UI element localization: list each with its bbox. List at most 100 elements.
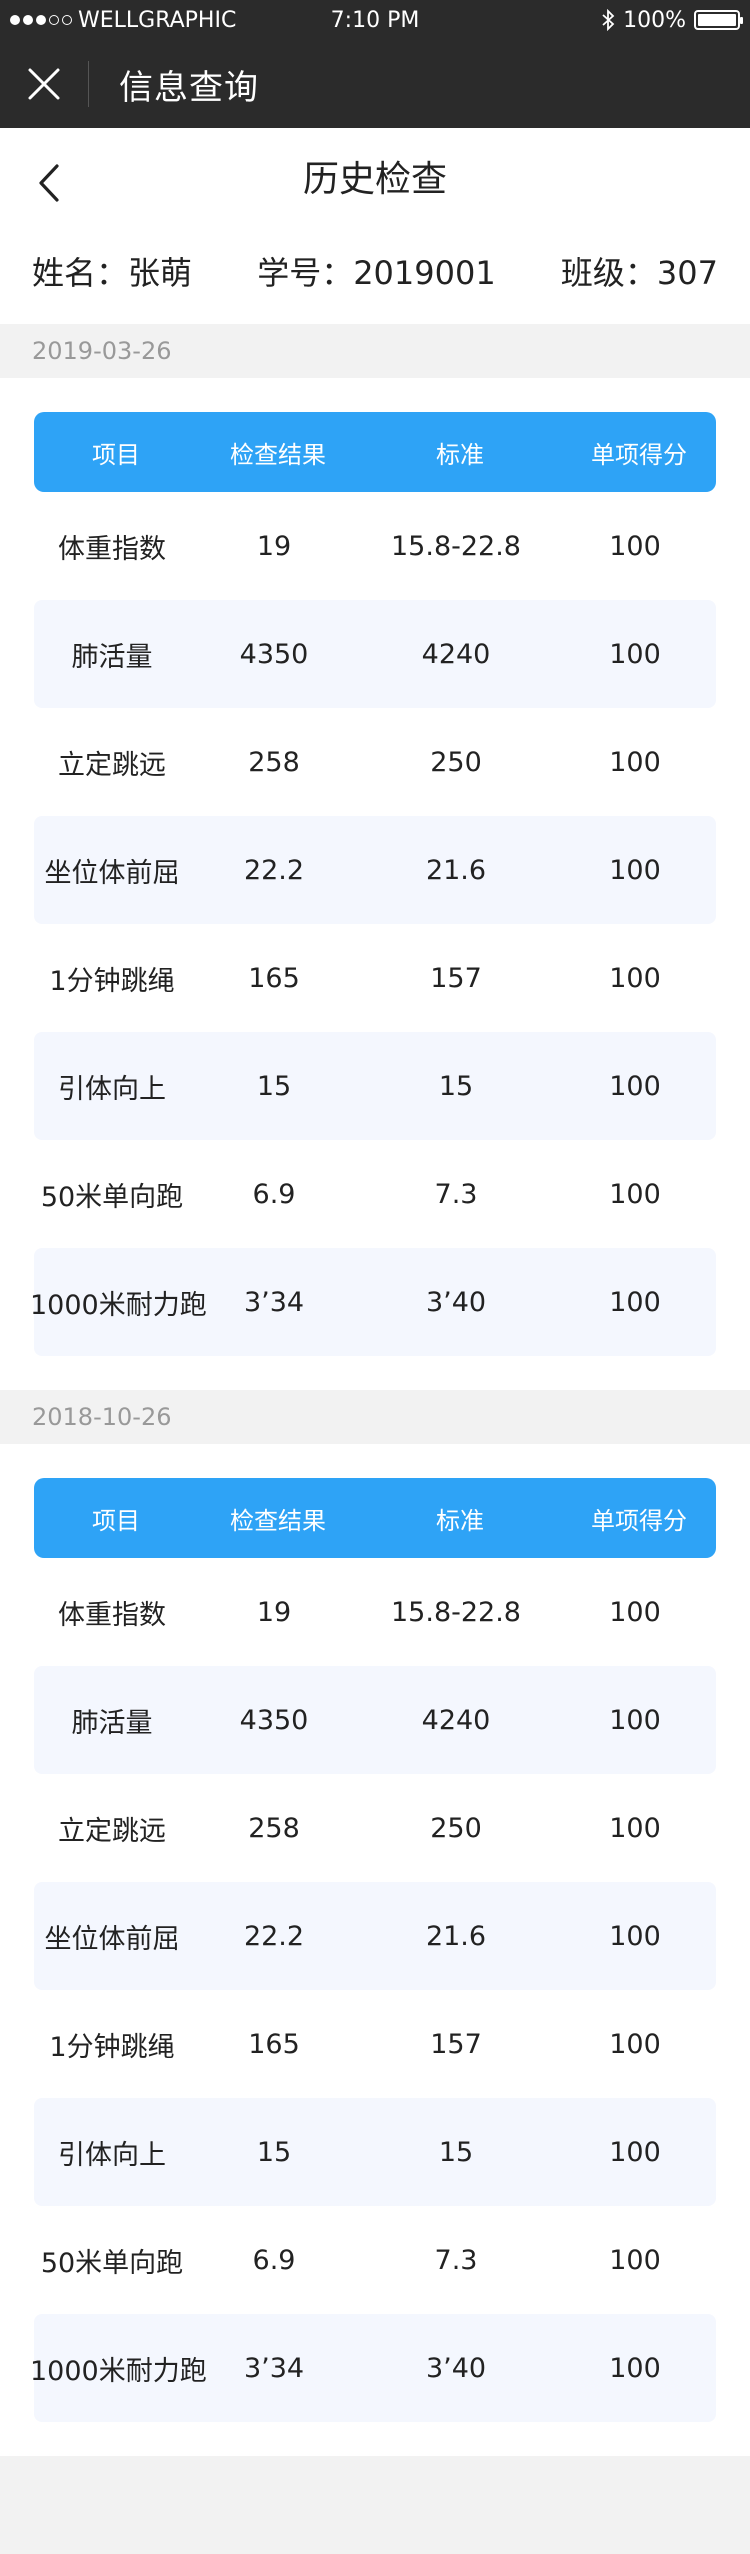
score-value: 100 [609, 1286, 661, 1318]
column-header: 标准 [436, 440, 484, 469]
table-row: 引体向上 15 15 100 [34, 1032, 716, 1140]
nav-title: 信息查询 [119, 67, 259, 108]
standard-value: 15 [438, 2136, 474, 2168]
item-name: 50米单向跑 [40, 2247, 184, 2279]
table-row: 肺活量 4350 4240 100 [34, 600, 716, 708]
score-value: 100 [609, 1812, 661, 1844]
column-header: 项目 [92, 440, 140, 469]
column-header: 检查结果 [230, 440, 326, 469]
record-date: 2018-10-26 [0, 1390, 750, 1444]
result-value: 22.2 [243, 854, 305, 886]
column-header: 检查结果 [230, 1506, 326, 1535]
item-name: 体重指数 [58, 533, 166, 565]
nav-divider [88, 61, 89, 107]
result-value: 165 [248, 2028, 300, 2060]
table-header: 项目 检查结果 标准 单项得分 [34, 412, 716, 492]
item-name: 肺活量 [71, 1707, 153, 1739]
standard-value: 4240 [421, 638, 491, 670]
score-value: 100 [609, 638, 661, 670]
standard-value: 15.8-22.8 [391, 1596, 521, 1628]
standard-value: 7.3 [434, 2244, 478, 2276]
item-name: 1000米耐力跑 [30, 2355, 207, 2387]
result-value: 4350 [239, 1704, 309, 1736]
score-value: 100 [609, 2028, 661, 2060]
result-value: 3’34 [243, 2352, 305, 2384]
result-value: 19 [256, 530, 292, 562]
standard-value: 250 [430, 1812, 482, 1844]
records-list: 2019-03-26 项目 检查结果 标准 单项得分 体重指数 19 15.8-22.8 100… [0, 324, 750, 2456]
standard-value: 7.3 [434, 1178, 478, 1210]
record-date: 2019-03-26 [0, 324, 750, 378]
standard-value: 157 [430, 962, 482, 994]
standard-value: 3’40 [425, 2352, 487, 2384]
table-row: 立定跳远 258 250 100 [34, 708, 716, 816]
result-value: 3’34 [243, 1286, 305, 1318]
score-value: 100 [609, 530, 661, 562]
item-name: 1分钟跳绳 [49, 965, 175, 997]
table-row: 体重指数 19 15.8-22.8 100 [34, 1558, 716, 1666]
result-value: 22.2 [243, 1920, 305, 1952]
close-icon [28, 68, 60, 100]
status-right: 100% [601, 8, 743, 33]
column-header: 项目 [92, 1506, 140, 1535]
result-value: 15 [256, 1070, 292, 1102]
nav-bar: 信息查询 [0, 40, 750, 128]
table-row: 坐位体前屈 22.2 21.6 100 [34, 1882, 716, 1990]
score-value: 100 [609, 1596, 661, 1628]
table-row: 1000米耐力跑 3’34 3’40 100 [30, 1248, 716, 1356]
result-value: 6.9 [252, 2244, 296, 2276]
standard-value: 15 [438, 1070, 474, 1102]
top-bar: WELLGRAPHIC 7:10 PM 100% 信息查询 [0, 0, 750, 128]
student-class: 班级：307 [560, 254, 718, 292]
record-table: 项目 检查结果 标准 单项得分 体重指数 19 15.8-22.8 100 肺活量 4350 424… [0, 1444, 750, 2456]
score-value: 100 [609, 2352, 661, 2384]
item-name: 立定跳远 [58, 1815, 166, 1847]
score-value: 100 [609, 746, 661, 778]
status-bar: WELLGRAPHIC 7:10 PM 100% [0, 0, 750, 40]
item-name: 坐位体前屈 [44, 857, 180, 889]
score-value: 100 [609, 2244, 661, 2276]
table-row: 1分钟跳绳 165 157 100 [34, 1990, 716, 2098]
standard-value: 21.6 [425, 1920, 487, 1952]
page-title: 历史检查 [302, 159, 447, 200]
item-name: 立定跳远 [58, 749, 166, 781]
page-header: 历史检查 姓名：张萌 学号：2019001 班级：307 [0, 128, 750, 324]
standard-value: 250 [430, 746, 482, 778]
table-row: 1000米耐力跑 3’34 3’40 100 [30, 2314, 716, 2422]
item-name: 肺活量 [71, 641, 153, 673]
result-value: 258 [248, 1812, 300, 1844]
standard-value: 157 [430, 2028, 482, 2060]
result-value: 19 [256, 1596, 292, 1628]
score-value: 100 [609, 1920, 661, 1952]
item-name: 1分钟跳绳 [49, 2031, 175, 2063]
item-name: 引体向上 [58, 1073, 166, 1105]
column-header: 标准 [436, 1506, 484, 1535]
standard-value: 21.6 [425, 854, 487, 886]
table-row: 50米单向跑 6.9 7.3 100 [34, 2206, 716, 2314]
student-id: 学号：2019001 [257, 254, 496, 292]
item-name: 坐位体前屈 [44, 1923, 180, 1955]
result-value: 165 [248, 962, 300, 994]
column-header: 单项得分 [591, 440, 687, 469]
carrier-label: WELLGRAPHIC [78, 7, 237, 33]
score-value: 100 [609, 1178, 661, 1210]
student-name: 姓名：张萌 [32, 254, 193, 292]
score-value: 100 [609, 2136, 661, 2168]
table-row: 肺活量 4350 4240 100 [34, 1666, 716, 1774]
table-row: 50米单向跑 6.9 7.3 100 [34, 1140, 716, 1248]
record-table: 项目 检查结果 标准 单项得分体重指数 19 15.8-22.8 100 肺活量 4350 424… [0, 378, 750, 1390]
standard-value: 4240 [421, 1704, 491, 1736]
bluetooth-icon [602, 9, 615, 31]
table-header: 项目 检查结果 标准 单项得分 [34, 1478, 716, 1558]
standard-value: 15.8-22.8 [391, 530, 521, 562]
score-value: 100 [609, 854, 661, 886]
item-name: 1000米耐力跑 [30, 1289, 207, 1321]
status-left: WELLGRAPHIC [10, 8, 236, 33]
column-header: 单项得分 [591, 1506, 687, 1535]
result-value: 4350 [239, 638, 309, 670]
table-row: 1分钟跳绳 165 157 100 [34, 924, 716, 1032]
close-button[interactable] [0, 40, 88, 128]
table-row: 体重指数 19 15.8-22.8 100 [34, 492, 716, 600]
table-row: 引体向上 15 15 100 [34, 2098, 716, 2206]
item-name: 50米单向跑 [40, 1181, 184, 1213]
